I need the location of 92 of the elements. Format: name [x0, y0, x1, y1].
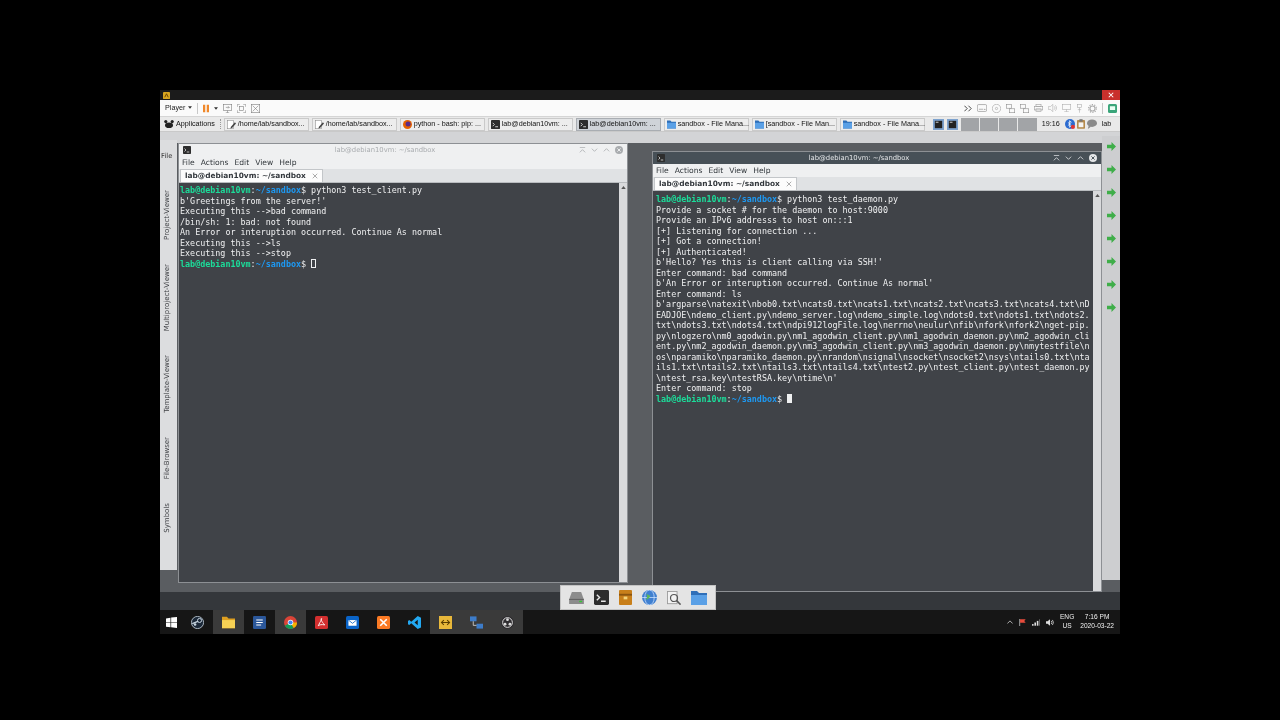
terminal-output: /bin/sh: 1: bad: not found	[180, 216, 312, 227]
network-icon	[470, 615, 483, 629]
tile-icon	[163, 91, 170, 99]
terminal-output: [+] Authenticated!	[656, 246, 747, 257]
taskbar-button[interactable]	[275, 610, 306, 634]
terminal-output: Executing this -->ls	[180, 237, 281, 248]
speech-bubble-icon[interactable]	[1086, 119, 1097, 129]
arrow-icon[interactable]	[1106, 234, 1116, 243]
taskbar-button[interactable]	[430, 610, 461, 634]
close-icon[interactable]	[1089, 154, 1097, 162]
ring-icon	[501, 615, 514, 629]
terminal-output: Provide an IPv6 addresss to host on:::1	[656, 215, 853, 226]
document-icon	[253, 615, 266, 629]
terminal-output: Enter command: stop	[656, 383, 752, 394]
circle-rod-icon	[191, 615, 204, 629]
up-arrow-icon[interactable]	[1094, 194, 1100, 197]
terminal-output: b'An Error or interuption occurred. Continue As normal'	[656, 278, 934, 289]
pencil-icon	[314, 119, 324, 129]
caret-icon[interactable]	[214, 106, 219, 110]
close-button[interactable]	[1102, 90, 1120, 100]
terminal-output: b'Hello? Yes this is client calling via SSH!'	[656, 257, 883, 268]
flag-icon[interactable]	[1018, 618, 1026, 626]
terminal-output: Executing this -->stop	[180, 248, 291, 259]
mail-icon	[346, 615, 359, 629]
speaker-icon[interactable]	[1045, 618, 1054, 626]
arrow-icon[interactable]	[1106, 188, 1116, 197]
prompt-text: lab@debian10vm:~/sandbox$	[180, 258, 307, 269]
signal-icon[interactable]	[1031, 618, 1040, 626]
command-line: lab@debian10vm:~/sandbox$ python3 test_daemon.py	[656, 194, 899, 205]
terminal-output: [+] Listening for connection ...	[656, 225, 818, 236]
scrollbar[interactable]	[619, 183, 627, 582]
folder-icon	[666, 119, 676, 129]
ribbon-icon	[408, 615, 421, 629]
mouse-icon	[164, 120, 174, 128]
taskbar-button[interactable]	[492, 610, 523, 634]
pie-circle-icon	[284, 615, 297, 629]
scrollbar[interactable]	[1093, 191, 1101, 591]
network-icon[interactable]	[1006, 103, 1015, 113]
up-caret-icon[interactable]	[1006, 620, 1013, 624]
arrow-icon[interactable]	[1106, 280, 1116, 289]
arrow-icon[interactable]	[1106, 257, 1116, 266]
plug-icon[interactable]	[1076, 103, 1083, 113]
pencil-icon	[226, 119, 236, 129]
clipboard-icon[interactable]	[1076, 119, 1085, 129]
terminal-icon	[657, 154, 665, 162]
window-icon[interactable]	[932, 118, 944, 130]
terminal-output: Provide a socket # for the daemon to host:9000	[656, 204, 888, 215]
terminal-icon	[578, 119, 588, 129]
workspace-switcher[interactable]	[960, 117, 1037, 131]
monitor-icon[interactable]	[1062, 104, 1071, 112]
up-arrow-icon[interactable]	[620, 186, 626, 189]
bluetooth-icon[interactable]	[1064, 119, 1075, 129]
gear-icon[interactable]	[1088, 103, 1097, 113]
terminal-output: b'argparse\natexit\nbob0.txt\ncats0.txt\ncats1.txt\ncats2.txt\ncats3.txt\ncats4.txt\nDEADJOE\ndemo_client.py\ndemo_server.log\ndemo_simple.log\ndots0.txt\ndots1.txt\ndots2.txt\ndots3.txt\ndots4.txt\ndpi912logFile.log\nerrno\neulur\nfib\nfork\nfork2\nget-pip.py\nlogzero\nm0_agodwin.py\nm1_agodwin_client.py\nm1_agodwin_daemon.py\nm2_agodwin_client.py\nm2_agodwin_daemon.py\nm3_agodwin_client.py\nm3_agodwin_daemon.py\nmytestfile\nos\nparamiko\nparamiko_daemon.py\nrandom\nsignal\nsocket\nsocket2\nsys\ntails0.txt\ntails1.txt\ntails2.txt\ntails3.txt\ntails4.txt\ntest2.py\ntest_client.py\ntest_daemon.py\ntest_rsa.key\ntestRSA.key\ntime\n'	[656, 299, 1091, 383]
arrow-icon[interactable]	[1106, 211, 1116, 220]
terminal-output: [+] Got a connection!	[656, 236, 762, 247]
arrow-icon[interactable]	[1106, 165, 1116, 174]
folder-icon[interactable]	[691, 590, 707, 605]
terminal-output: b'Greetings from the server!'	[180, 195, 327, 206]
drive-icon[interactable]	[569, 591, 584, 604]
window-icon[interactable]	[946, 118, 958, 130]
folder-icon	[222, 615, 235, 629]
taskbar-button[interactable]	[213, 610, 244, 634]
prompt-text: lab@debian10vm:~/sandbox$	[656, 393, 783, 404]
printer-icon[interactable]	[1034, 104, 1043, 112]
caret-icon	[188, 106, 193, 110]
folder-icon	[842, 119, 852, 129]
fullscreen-icon[interactable]	[237, 103, 247, 113]
orb-icon	[402, 119, 412, 129]
swirl-tile-icon	[315, 615, 328, 629]
terminal-icon	[490, 119, 500, 129]
terminal-output: Enter command: bad command	[656, 267, 788, 278]
arrow-icon[interactable]	[1106, 303, 1116, 312]
arrows-tile-icon	[439, 615, 452, 629]
command-line: lab@debian10vm:~/sandbox$ python3 test_client.py	[180, 185, 423, 196]
terminal-output: Executing this -->bad command	[180, 206, 327, 217]
terminal-icon[interactable]	[594, 590, 609, 605]
close-icon	[1108, 92, 1114, 98]
cross-tile-icon	[377, 615, 390, 629]
arrow-icon[interactable]	[1106, 142, 1116, 151]
box-icon[interactable]	[619, 590, 632, 605]
double-chevron-icon[interactable]	[964, 104, 972, 112]
crossed-frame-icon[interactable]	[251, 103, 261, 113]
disc-icon[interactable]	[992, 103, 1001, 113]
terminal-output: Enter command: ls	[656, 288, 742, 299]
note-icon[interactable]	[1108, 103, 1117, 113]
search-icon[interactable]	[667, 590, 681, 605]
terminal-output: An Error or interuption occurred. Continue As normal	[180, 227, 443, 238]
folder-icon	[754, 119, 764, 129]
four-panes-icon	[165, 616, 177, 628]
globe-icon[interactable]	[642, 590, 657, 605]
network-icon[interactable]	[1020, 103, 1029, 113]
